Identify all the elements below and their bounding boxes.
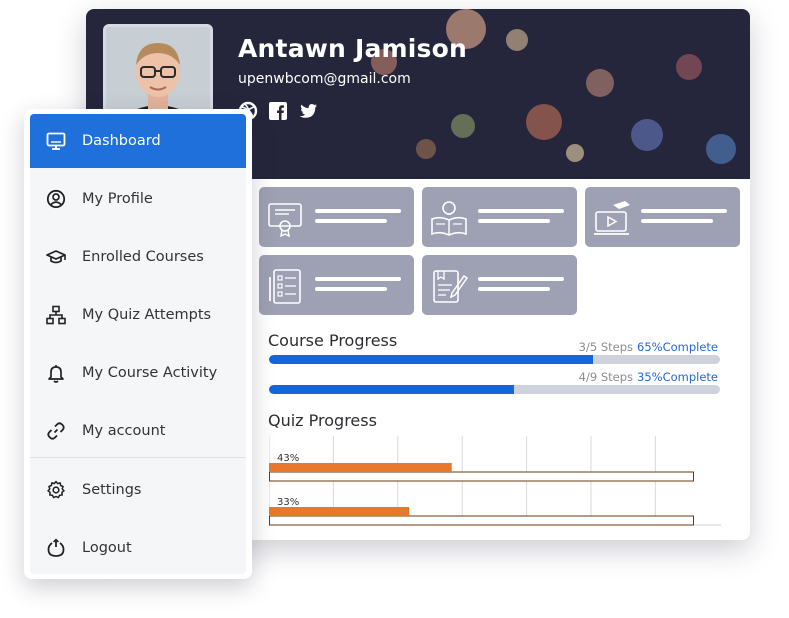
twitter-icon[interactable] (298, 101, 318, 121)
certificate-icon (268, 203, 302, 237)
steps-label: 3/5 Steps (578, 340, 634, 354)
sidebar-menu: Dashboard My Profile Enrolled Courses My… (24, 109, 252, 579)
progress-fill (269, 385, 515, 394)
sidebar-item-label: My Profile (82, 191, 153, 207)
data-label: 33% (277, 497, 299, 508)
sidebar-item-my-account[interactable]: My account (30, 404, 246, 458)
sidebar-item-my-quiz-attempts[interactable]: My Quiz Attempts (30, 288, 246, 342)
tile-line (478, 219, 550, 223)
bar-track (269, 471, 694, 482)
sitemap-icon (46, 305, 66, 325)
sidebar-item-settings[interactable]: Settings (30, 463, 246, 517)
tile-lessons[interactable] (422, 187, 577, 247)
banner-light (586, 69, 614, 97)
progress-bar (269, 385, 720, 394)
tile-line (478, 209, 564, 213)
sidebar-item-label: My Course Activity (82, 365, 218, 381)
tile-assignments[interactable] (422, 255, 577, 315)
course-progress-meta: 3/5 Steps 65%Complete (579, 340, 718, 354)
course-progress-meta: 4/9 Steps 35%Complete (579, 370, 718, 384)
tile-line (478, 277, 564, 281)
tile-quizzes[interactable] (259, 255, 414, 315)
bar (269, 507, 410, 516)
quiz-progress-title: Quiz Progress (268, 411, 377, 430)
banner-light (526, 104, 562, 140)
banner-light (706, 134, 736, 164)
tile-line (315, 277, 401, 281)
user-name: Antawn Jamison (238, 34, 468, 63)
sidebar-item-label: Enrolled Courses (82, 249, 204, 265)
user-email: upenwbcom@gmail.com (238, 71, 411, 87)
data-label: 43% (277, 453, 299, 464)
bar (269, 463, 452, 472)
tile-line (478, 287, 550, 291)
tile-line (641, 219, 713, 223)
quiz-progress-chart: 43% 33% (269, 436, 721, 526)
sidebar-item-label: Dashboard (82, 133, 161, 149)
sidebar-item-dashboard[interactable]: Dashboard (30, 114, 246, 168)
banner-light (676, 54, 702, 80)
banner-light (631, 119, 663, 151)
sidebar-panel: Dashboard My Profile Enrolled Courses My… (30, 114, 246, 574)
tile-line (315, 209, 401, 213)
complete-label: 65%Complete (637, 340, 718, 354)
facebook-icon[interactable] (268, 101, 288, 121)
user-circle-icon (46, 189, 66, 209)
progress-bar (269, 355, 720, 364)
link-icon (47, 422, 65, 440)
tile-line (641, 209, 727, 213)
tile-certificates[interactable] (259, 187, 414, 247)
sidebar-item-enrolled-courses[interactable]: Enrolled Courses (30, 230, 246, 284)
tile-line (315, 287, 387, 291)
bell-icon (48, 365, 64, 383)
sidebar-item-my-profile[interactable]: My Profile (30, 172, 246, 226)
complete-label: 35%Complete (637, 370, 718, 384)
banner-light (506, 29, 528, 51)
bar-track (269, 515, 694, 526)
video-course-icon (594, 201, 630, 235)
sidebar-item-label: Settings (82, 482, 142, 498)
tile-video-courses[interactable] (585, 187, 740, 247)
banner-light (416, 139, 436, 159)
tile-line (315, 219, 387, 223)
sidebar-item-label: My account (82, 423, 166, 439)
banner-light (566, 144, 584, 162)
power-icon (47, 538, 65, 557)
monitor-icon (46, 132, 66, 150)
sidebar-divider (30, 457, 246, 458)
assignment-icon (433, 270, 468, 303)
course-progress-title: Course Progress (268, 331, 398, 350)
sidebar-item-label: My Quiz Attempts (82, 307, 212, 323)
gear-icon (47, 480, 65, 499)
idea-book-icon (431, 201, 467, 236)
progress-fill (269, 355, 593, 364)
sidebar-item-logout[interactable]: Logout (30, 521, 246, 574)
checklist-icon (269, 269, 301, 304)
graduation-cap-icon (46, 250, 66, 264)
sidebar-item-label: Logout (82, 540, 132, 556)
banner-light (451, 114, 475, 138)
steps-label: 4/9 Steps (578, 370, 634, 384)
sidebar-item-my-course-activity[interactable]: My Course Activity (30, 346, 246, 400)
